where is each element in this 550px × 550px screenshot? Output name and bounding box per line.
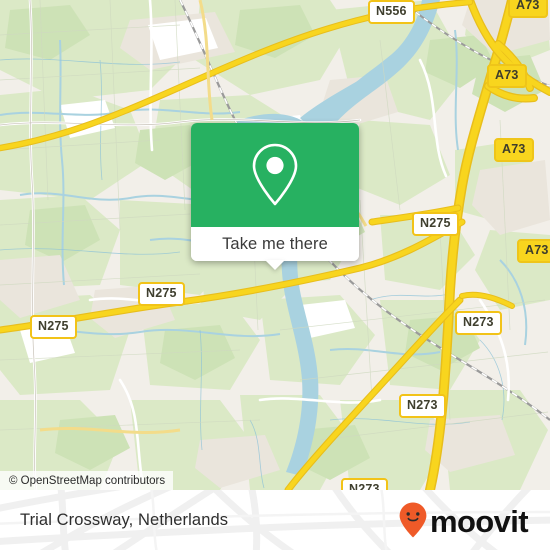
popup-icon-panel <box>191 123 359 227</box>
road-shield-a73-mid[interactable]: A73 <box>494 138 534 162</box>
map-pin-icon <box>252 143 298 206</box>
footer-bar: Trial Crossway, Netherlands moovit <box>0 490 550 550</box>
road-shield-a73-upper[interactable]: A73 <box>487 64 527 88</box>
map-canvas[interactable]: N556 A73 A73 A73 N275 A73 N275 N275 N273… <box>0 0 550 490</box>
moovit-logo[interactable]: moovit <box>398 490 529 550</box>
road-shield-n273-east[interactable]: N273 <box>455 311 502 335</box>
road-shield-n273-south[interactable]: N273 <box>341 478 388 490</box>
popup-pointer-tail <box>265 260 285 270</box>
road-shield-n275-west[interactable]: N275 <box>30 315 77 339</box>
location-title-text: Trial Crossway, Netherlands <box>20 510 229 529</box>
road-shield-n275-east[interactable]: N275 <box>412 212 459 236</box>
road-shield-n273-mid[interactable]: N273 <box>399 394 446 418</box>
moovit-pin-icon <box>399 502 427 538</box>
road-shield-n275-mid[interactable]: N275 <box>138 282 185 306</box>
attribution-text: © OpenStreetMap contributors <box>9 474 166 487</box>
moovit-map-page: N556 A73 A73 A73 N275 A73 N275 N275 N273… <box>0 0 550 550</box>
road-shield-a73-top[interactable]: A73 <box>508 0 548 18</box>
take-me-there-label: Take me there <box>222 234 328 253</box>
moovit-wordmark: moovit <box>429 503 529 539</box>
map-attribution[interactable]: © OpenStreetMap contributors <box>0 471 174 490</box>
take-me-there-button[interactable]: Take me there <box>191 227 359 261</box>
location-title: Trial Crossway, Netherlands <box>20 490 228 550</box>
location-popup-card[interactable]: Take me there <box>191 123 359 270</box>
road-shield-n556[interactable]: N556 <box>368 0 415 24</box>
road-shield-a73-lower[interactable]: A73 <box>517 239 550 263</box>
